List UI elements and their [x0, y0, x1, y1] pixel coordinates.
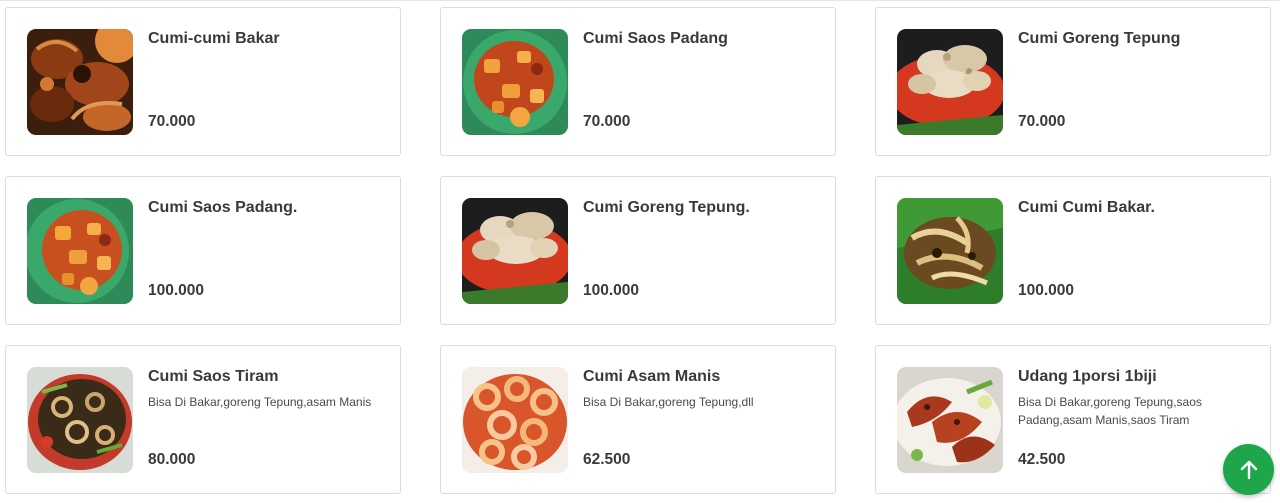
arrow-up-icon	[1240, 460, 1257, 479]
menu-item-card[interactable]: Cumi Asam Manis Bisa Di Bakar,goreng Tep…	[440, 345, 836, 494]
menu-item-card[interactable]: Cumi Goreng Tepung 70.000	[875, 7, 1271, 156]
menu-item-price: 70.000	[1018, 113, 1066, 130]
menu-item-price: 100.000	[1018, 282, 1075, 299]
menu-item-name[interactable]: Cumi Goreng Tepung.	[583, 199, 750, 217]
grilled-prawn-image[interactable]	[897, 367, 1003, 473]
menu-item-price: 62.500	[583, 451, 631, 468]
menu-item-description: Bisa Di Bakar,goreng Tepung,saos Padang,…	[1018, 395, 1202, 427]
menu-item-price: 80.000	[148, 451, 196, 468]
menu-item-name[interactable]: Cumi Saos Padang	[583, 30, 728, 48]
fried-battered-squid-image[interactable]	[897, 29, 1003, 135]
menu-item-card[interactable]: Cumi Goreng Tepung. 100.000	[440, 176, 836, 325]
squid-padang-sauce-image[interactable]	[462, 29, 568, 135]
top-divider	[0, 0, 1280, 1]
menu-item-name[interactable]: Udang 1porsi 1biji	[1018, 368, 1157, 386]
menu-item-card[interactable]: Cumi Cumi Bakar. 100.000	[875, 176, 1271, 325]
menu-item-price: 70.000	[148, 113, 196, 130]
menu-item-price: 100.000	[148, 282, 205, 299]
menu-item-card[interactable]: Udang 1porsi 1biji Bisa Di Bakar,goreng …	[875, 345, 1271, 494]
squid-oyster-sauce-image[interactable]	[27, 367, 133, 473]
menu-item-price: 42.500	[1018, 451, 1066, 468]
menu-item-name[interactable]: Cumi-cumi Bakar	[148, 30, 280, 48]
scroll-to-top-button[interactable]	[1223, 444, 1274, 495]
menu-item-name[interactable]: Cumi Asam Manis	[583, 368, 720, 386]
squid-padang-sauce-image[interactable]	[27, 198, 133, 304]
menu-item-name[interactable]: Cumi Saos Padang.	[148, 199, 297, 217]
menu-item-card[interactable]: Cumi Saos Tiram Bisa Di Bakar,goreng Tep…	[5, 345, 401, 494]
grilled-squid-image[interactable]	[27, 29, 133, 135]
menu-item-description: Bisa Di Bakar,goreng Tepung,dll	[583, 395, 754, 409]
menu-item-card[interactable]: Cumi Saos Padang. 100.000	[5, 176, 401, 325]
menu-grid: Cumi-cumi Bakar 70.000 Cumi Saos Padang …	[5, 7, 1271, 494]
menu-item-price: 100.000	[583, 282, 640, 299]
menu-item-name[interactable]: Cumi Saos Tiram	[148, 368, 278, 386]
menu-item-card[interactable]: Cumi Saos Padang 70.000	[440, 7, 836, 156]
squid-sweet-sour-image[interactable]	[462, 367, 568, 473]
fried-battered-squid-image[interactable]	[462, 198, 568, 304]
menu-item-description: Bisa Di Bakar,goreng Tepung,asam Manis	[148, 395, 372, 409]
menu-item-name[interactable]: Cumi Goreng Tepung	[1018, 30, 1180, 48]
menu-item-card[interactable]: Cumi-cumi Bakar 70.000	[5, 7, 401, 156]
menu-item-price: 70.000	[583, 113, 631, 130]
grilled-squid-leaf-image[interactable]	[897, 198, 1003, 304]
menu-item-name[interactable]: Cumi Cumi Bakar.	[1018, 199, 1155, 217]
